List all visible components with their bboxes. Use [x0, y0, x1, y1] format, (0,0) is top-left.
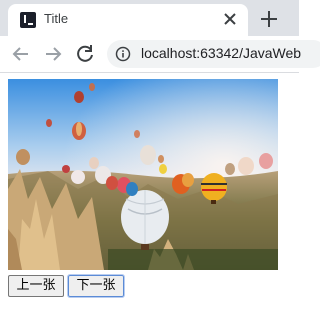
new-tab-plus-icon[interactable]: [258, 8, 280, 30]
reload-icon[interactable]: [73, 42, 97, 66]
previous-image-button[interactable]: 上一张: [8, 275, 64, 297]
close-icon[interactable]: [220, 9, 240, 29]
app-favicon-icon: [20, 12, 36, 28]
balloon-photo: [8, 79, 278, 270]
tab-strip: Title: [0, 0, 299, 36]
info-icon[interactable]: [115, 46, 131, 62]
url-text: localhost:63342/JavaWeb: [141, 45, 302, 61]
browser-tab[interactable]: Title: [8, 4, 248, 36]
browser-toolbar: localhost:63342/JavaWeb: [0, 36, 320, 73]
tab-title: Title: [44, 11, 69, 26]
back-arrow-icon[interactable]: [9, 42, 33, 66]
address-bar[interactable]: localhost:63342/JavaWeb: [107, 40, 320, 68]
forward-arrow-icon[interactable]: [41, 42, 65, 66]
next-image-button[interactable]: 下一张: [67, 274, 125, 298]
